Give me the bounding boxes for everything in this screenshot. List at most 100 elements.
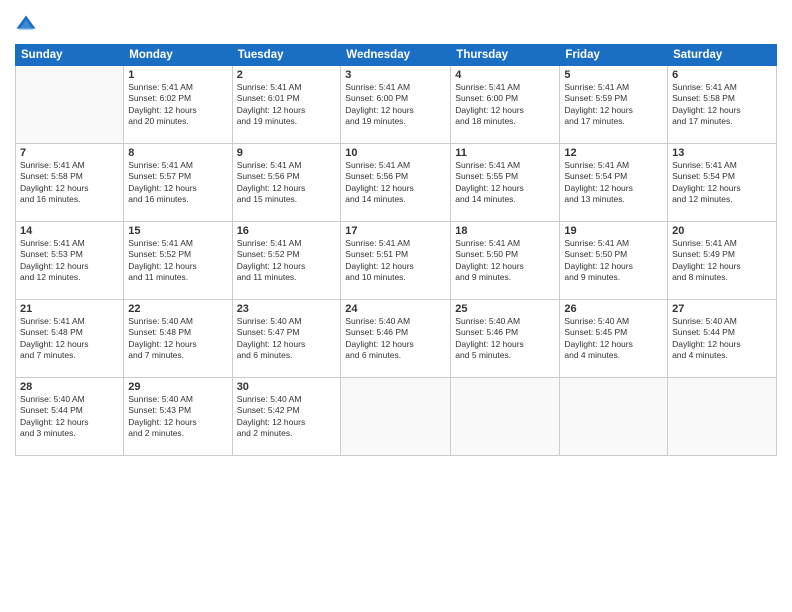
- day-info: Sunrise: 5:41 AM Sunset: 6:02 PM Dayligh…: [128, 82, 227, 128]
- calendar-cell: 8Sunrise: 5:41 AM Sunset: 5:57 PM Daylig…: [124, 144, 232, 222]
- day-info: Sunrise: 5:41 AM Sunset: 6:00 PM Dayligh…: [345, 82, 446, 128]
- calendar-cell: 24Sunrise: 5:40 AM Sunset: 5:46 PM Dayli…: [341, 300, 451, 378]
- day-number: 25: [455, 303, 555, 315]
- day-number: 26: [564, 303, 663, 315]
- calendar-cell: 12Sunrise: 5:41 AM Sunset: 5:54 PM Dayli…: [560, 144, 668, 222]
- logo: [15, 14, 41, 36]
- calendar-cell: 4Sunrise: 5:41 AM Sunset: 6:00 PM Daylig…: [451, 66, 560, 144]
- day-number: 8: [128, 147, 227, 159]
- day-info: Sunrise: 5:41 AM Sunset: 5:52 PM Dayligh…: [237, 238, 337, 284]
- calendar-cell: 15Sunrise: 5:41 AM Sunset: 5:52 PM Dayli…: [124, 222, 232, 300]
- day-info: Sunrise: 5:41 AM Sunset: 5:54 PM Dayligh…: [564, 160, 663, 206]
- day-header-tuesday: Tuesday: [232, 45, 341, 66]
- calendar-cell: 13Sunrise: 5:41 AM Sunset: 5:54 PM Dayli…: [668, 144, 777, 222]
- day-number: 1: [128, 69, 227, 81]
- day-number: 15: [128, 225, 227, 237]
- day-info: Sunrise: 5:41 AM Sunset: 5:55 PM Dayligh…: [455, 160, 555, 206]
- calendar-cell: [560, 378, 668, 456]
- day-number: 23: [237, 303, 337, 315]
- calendar-cell: 23Sunrise: 5:40 AM Sunset: 5:47 PM Dayli…: [232, 300, 341, 378]
- calendar-cell: 1Sunrise: 5:41 AM Sunset: 6:02 PM Daylig…: [124, 66, 232, 144]
- calendar-cell: 7Sunrise: 5:41 AM Sunset: 5:58 PM Daylig…: [16, 144, 124, 222]
- calendar-cell: 26Sunrise: 5:40 AM Sunset: 5:45 PM Dayli…: [560, 300, 668, 378]
- week-row-4: 21Sunrise: 5:41 AM Sunset: 5:48 PM Dayli…: [16, 300, 777, 378]
- day-info: Sunrise: 5:41 AM Sunset: 5:51 PM Dayligh…: [345, 238, 446, 284]
- day-number: 11: [455, 147, 555, 159]
- calendar-cell: 11Sunrise: 5:41 AM Sunset: 5:55 PM Dayli…: [451, 144, 560, 222]
- day-number: 19: [564, 225, 663, 237]
- calendar-cell: 27Sunrise: 5:40 AM Sunset: 5:44 PM Dayli…: [668, 300, 777, 378]
- day-number: 7: [20, 147, 119, 159]
- calendar-cell: 18Sunrise: 5:41 AM Sunset: 5:50 PM Dayli…: [451, 222, 560, 300]
- day-number: 13: [672, 147, 772, 159]
- day-number: 14: [20, 225, 119, 237]
- day-info: Sunrise: 5:40 AM Sunset: 5:48 PM Dayligh…: [128, 316, 227, 362]
- page: SundayMondayTuesdayWednesdayThursdayFrid…: [0, 0, 792, 612]
- day-info: Sunrise: 5:41 AM Sunset: 5:56 PM Dayligh…: [237, 160, 337, 206]
- day-info: Sunrise: 5:41 AM Sunset: 6:01 PM Dayligh…: [237, 82, 337, 128]
- day-number: 4: [455, 69, 555, 81]
- day-number: 2: [237, 69, 337, 81]
- calendar-cell: 19Sunrise: 5:41 AM Sunset: 5:50 PM Dayli…: [560, 222, 668, 300]
- calendar-cell: 20Sunrise: 5:41 AM Sunset: 5:49 PM Dayli…: [668, 222, 777, 300]
- day-number: 12: [564, 147, 663, 159]
- calendar-cell: 21Sunrise: 5:41 AM Sunset: 5:48 PM Dayli…: [16, 300, 124, 378]
- calendar-cell: 6Sunrise: 5:41 AM Sunset: 5:58 PM Daylig…: [668, 66, 777, 144]
- calendar-cell: 5Sunrise: 5:41 AM Sunset: 5:59 PM Daylig…: [560, 66, 668, 144]
- day-header-friday: Friday: [560, 45, 668, 66]
- calendar-cell: [451, 378, 560, 456]
- day-info: Sunrise: 5:40 AM Sunset: 5:43 PM Dayligh…: [128, 394, 227, 440]
- day-number: 21: [20, 303, 119, 315]
- day-number: 17: [345, 225, 446, 237]
- calendar-cell: 10Sunrise: 5:41 AM Sunset: 5:56 PM Dayli…: [341, 144, 451, 222]
- week-row-5: 28Sunrise: 5:40 AM Sunset: 5:44 PM Dayli…: [16, 378, 777, 456]
- day-number: 30: [237, 381, 337, 393]
- day-header-sunday: Sunday: [16, 45, 124, 66]
- day-info: Sunrise: 5:41 AM Sunset: 5:48 PM Dayligh…: [20, 316, 119, 362]
- day-info: Sunrise: 5:41 AM Sunset: 5:57 PM Dayligh…: [128, 160, 227, 206]
- week-row-2: 7Sunrise: 5:41 AM Sunset: 5:58 PM Daylig…: [16, 144, 777, 222]
- calendar-cell: 16Sunrise: 5:41 AM Sunset: 5:52 PM Dayli…: [232, 222, 341, 300]
- day-info: Sunrise: 5:41 AM Sunset: 5:53 PM Dayligh…: [20, 238, 119, 284]
- day-info: Sunrise: 5:40 AM Sunset: 5:47 PM Dayligh…: [237, 316, 337, 362]
- day-info: Sunrise: 5:40 AM Sunset: 5:42 PM Dayligh…: [237, 394, 337, 440]
- day-number: 3: [345, 69, 446, 81]
- calendar-cell: [341, 378, 451, 456]
- day-info: Sunrise: 5:40 AM Sunset: 5:46 PM Dayligh…: [345, 316, 446, 362]
- day-number: 9: [237, 147, 337, 159]
- day-number: 18: [455, 225, 555, 237]
- day-info: Sunrise: 5:41 AM Sunset: 5:50 PM Dayligh…: [455, 238, 555, 284]
- day-info: Sunrise: 5:41 AM Sunset: 5:54 PM Dayligh…: [672, 160, 772, 206]
- calendar-cell: 22Sunrise: 5:40 AM Sunset: 5:48 PM Dayli…: [124, 300, 232, 378]
- week-row-1: 1Sunrise: 5:41 AM Sunset: 6:02 PM Daylig…: [16, 66, 777, 144]
- day-number: 29: [128, 381, 227, 393]
- day-info: Sunrise: 5:41 AM Sunset: 5:58 PM Dayligh…: [20, 160, 119, 206]
- day-header-monday: Monday: [124, 45, 232, 66]
- day-info: Sunrise: 5:40 AM Sunset: 5:46 PM Dayligh…: [455, 316, 555, 362]
- calendar-cell: [16, 66, 124, 144]
- calendar-cell: 3Sunrise: 5:41 AM Sunset: 6:00 PM Daylig…: [341, 66, 451, 144]
- day-number: 16: [237, 225, 337, 237]
- day-header-thursday: Thursday: [451, 45, 560, 66]
- header-row: SundayMondayTuesdayWednesdayThursdayFrid…: [16, 45, 777, 66]
- calendar-cell: 2Sunrise: 5:41 AM Sunset: 6:01 PM Daylig…: [232, 66, 341, 144]
- logo-icon: [15, 14, 37, 36]
- day-info: Sunrise: 5:41 AM Sunset: 5:56 PM Dayligh…: [345, 160, 446, 206]
- day-number: 20: [672, 225, 772, 237]
- day-number: 24: [345, 303, 446, 315]
- day-header-wednesday: Wednesday: [341, 45, 451, 66]
- day-number: 22: [128, 303, 227, 315]
- calendar-cell: 28Sunrise: 5:40 AM Sunset: 5:44 PM Dayli…: [16, 378, 124, 456]
- calendar-cell: [668, 378, 777, 456]
- calendar-cell: 17Sunrise: 5:41 AM Sunset: 5:51 PM Dayli…: [341, 222, 451, 300]
- calendar-cell: 25Sunrise: 5:40 AM Sunset: 5:46 PM Dayli…: [451, 300, 560, 378]
- day-info: Sunrise: 5:40 AM Sunset: 5:44 PM Dayligh…: [20, 394, 119, 440]
- calendar-cell: 9Sunrise: 5:41 AM Sunset: 5:56 PM Daylig…: [232, 144, 341, 222]
- day-header-saturday: Saturday: [668, 45, 777, 66]
- day-number: 28: [20, 381, 119, 393]
- day-info: Sunrise: 5:41 AM Sunset: 5:59 PM Dayligh…: [564, 82, 663, 128]
- header: [15, 10, 777, 36]
- calendar-table: SundayMondayTuesdayWednesdayThursdayFrid…: [15, 44, 777, 456]
- day-info: Sunrise: 5:41 AM Sunset: 5:52 PM Dayligh…: [128, 238, 227, 284]
- day-info: Sunrise: 5:41 AM Sunset: 5:49 PM Dayligh…: [672, 238, 772, 284]
